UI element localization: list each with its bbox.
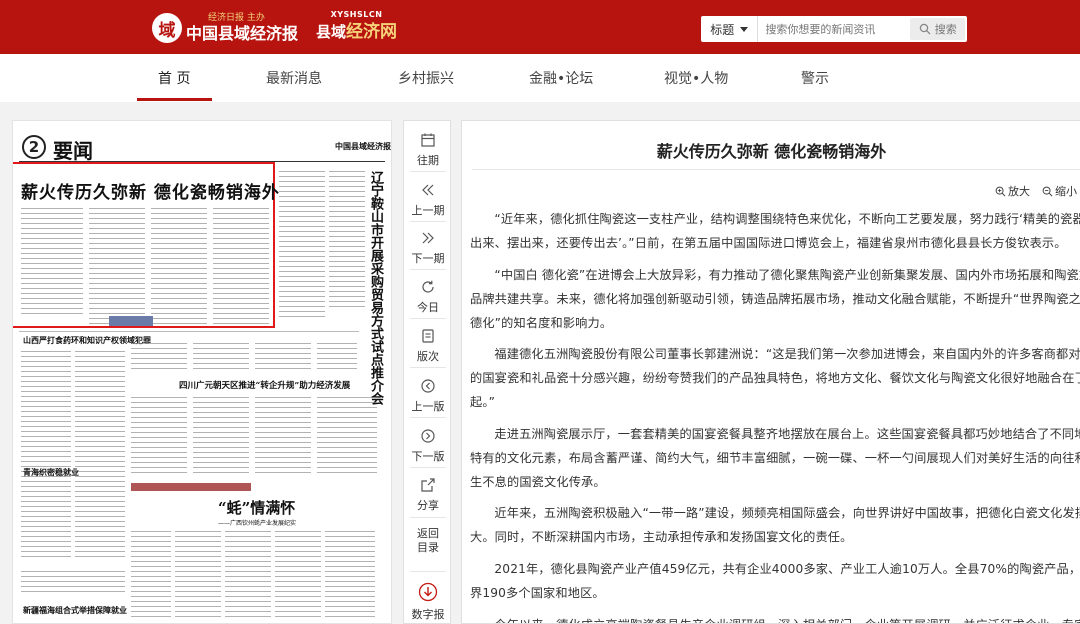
page-number-badge: 2 — [22, 135, 46, 159]
logo2-domain-text: XYSHSLCN — [330, 10, 383, 19]
circle-arrow-left-icon — [421, 379, 435, 393]
search-input[interactable] — [758, 17, 911, 41]
paper-sub-headline-2: 四川广元朝天区推进“转企升规”助力经济发展 — [179, 381, 351, 391]
refresh-icon — [422, 280, 434, 293]
paper-sub-headline-4-sub: ——广西钦州蚝产业发展纪实 — [218, 520, 297, 527]
paper-headline: 薪火传历久弥新 德化瓷畅销海外 — [21, 183, 280, 203]
nav-item-warning[interactable]: 警示 — [801, 68, 829, 88]
nav-item-home[interactable]: 首 页 — [158, 68, 190, 88]
article-title: 薪火传历久弥新 德化瓷畅销海外 — [656, 142, 887, 161]
nav-item-latest[interactable]: 最新消息 — [266, 68, 322, 88]
tool-next-page[interactable]: 下一版 — [404, 427, 452, 464]
search-button[interactable]: 搜索 — [910, 18, 965, 40]
tool-prev-page[interactable]: 上一版 — [404, 377, 452, 414]
page-masthead: 中国县域经济报 — [335, 141, 391, 151]
share-icon — [421, 478, 435, 492]
tool-editions[interactable]: 版次 — [404, 327, 452, 364]
double-chevron-right-icon — [422, 232, 434, 244]
nav-item-visual[interactable]: 视觉•人物 — [664, 68, 728, 88]
zoom-out-icon — [1042, 186, 1053, 196]
tool-next-issue[interactable]: 下一期 — [404, 229, 452, 266]
site-header: 域 经济日报 主办 中国县域经济报 XYSHSLCN 县域经济网 标题 搜索 — [0, 0, 1080, 54]
search-type-select[interactable]: 标题 — [701, 16, 759, 42]
main-nav: 首 页 最新消息 乡村振兴 金融•论坛 视觉•人物 警示 — [0, 54, 1080, 102]
zoom-out-button[interactable]: 缩小 — [1042, 183, 1077, 199]
paper-sub-headline-5: 新疆福海组合式举措保障就业 — [23, 605, 127, 615]
zoom-in-button[interactable]: 放大 — [995, 183, 1030, 199]
search-icon — [919, 23, 931, 35]
nav-item-finance[interactable]: 金融•论坛 — [529, 68, 593, 88]
article-paragraph-7: 今年以来，德化成立高端陶瓷餐具生产企业调研组，深入相关部门、企业等开展调研，并广… — [470, 613, 1080, 623]
circle-arrow-right-icon — [421, 429, 435, 443]
search-bar: 标题 搜索 — [701, 16, 967, 42]
paper-vertical-headline: 辽宁鞍山市开展采购贸易方式试点推介会 — [368, 171, 383, 405]
tool-back-to-index[interactable]: 返回目录 — [404, 527, 452, 555]
tool-prev-issue[interactable]: 上一期 — [404, 181, 452, 218]
paper-sub-headline-3: 青海织密稳就业 — [23, 467, 79, 477]
site-logo-county-economy-net[interactable]: XYSHSLCN 县域经济网 — [316, 11, 397, 41]
calendar-icon — [421, 133, 435, 147]
paper-sub-headline-4: “蚝”情满怀 — [218, 499, 296, 517]
tool-today[interactable]: 今日 — [404, 278, 452, 315]
site-logo-county-economy-daily[interactable]: 域 经济日报 主办 中国县域经济报 — [152, 10, 298, 46]
download-icon — [418, 582, 438, 602]
logo-main-text: 中国县域经济报 — [186, 24, 299, 43]
article-paragraph-5: 近年来，五洲陶瓷积极融入“一带一路”建设，频频亮相国际盛会，向世界讲好中国故事，… — [470, 506, 1080, 544]
article-paragraph-1: “近年来，德化抓住陶瓷这一支柱产业，结构调整围绕特色来优化，不断向工艺要发展，努… — [470, 212, 1080, 250]
newspaper-page-image[interactable]: 2 要闻 中国县域经济报 薪火传历久弥新 德化瓷畅销海外 辽宁鞍山市开展采购贸易… — [12, 120, 392, 624]
logo2-main-text: 县域经济网 — [316, 22, 398, 42]
logo-sponsor-text: 经济日报 主办 — [208, 13, 265, 23]
tool-share[interactable]: 分享 — [404, 476, 452, 513]
chevron-down-icon — [740, 26, 749, 32]
paper-banner — [131, 483, 251, 491]
paper-toolbar: 往期 上一期 下一期 今日 版次 上一版 下一版 分享 返回目录 数字报 — [403, 120, 451, 624]
article-paragraph-2: “中国白 德化瓷”在进博会上大放异彩，有力推动了德化聚焦陶瓷产业创新集聚发展、国… — [470, 268, 1080, 330]
double-chevron-left-icon — [422, 184, 434, 196]
article-paragraph-6: 2021年，德化县陶瓷产业产值459亿元，共有企业4000多家、产业工人逾10万… — [470, 562, 1080, 600]
logo-emblem-icon: 域 — [152, 13, 182, 43]
nav-item-rural[interactable]: 乡村振兴 — [398, 68, 454, 88]
document-icon — [422, 329, 434, 343]
article-panel: 薪火传历久弥新 德化瓷畅销海外 放大 缩小 “近年来，德化抓住陶瓷这一支柱产业，… — [461, 120, 1080, 624]
tool-digital-paper[interactable]: 数字报 — [404, 581, 452, 622]
paper-tag — [109, 316, 153, 326]
tool-archive[interactable]: 往期 — [404, 131, 452, 168]
zoom-in-icon — [995, 186, 1006, 196]
article-paragraph-4: 走进五洲陶瓷展示厅，一套套精美的国宴瓷餐具整齐地摆放在展台上。这些国宴瓷餐具都巧… — [470, 427, 1080, 489]
page-section-title: 要闻 — [53, 139, 93, 163]
article-paragraph-3: 福建德化五洲陶瓷股份有限公司董事长郭建洲说：“这是我们第一次参加进博会，来自国内… — [470, 347, 1080, 409]
nav-active-indicator — [137, 98, 212, 101]
selected-article-highlight[interactable]: 薪火传历久弥新 德化瓷畅销海外 — [13, 162, 279, 328]
